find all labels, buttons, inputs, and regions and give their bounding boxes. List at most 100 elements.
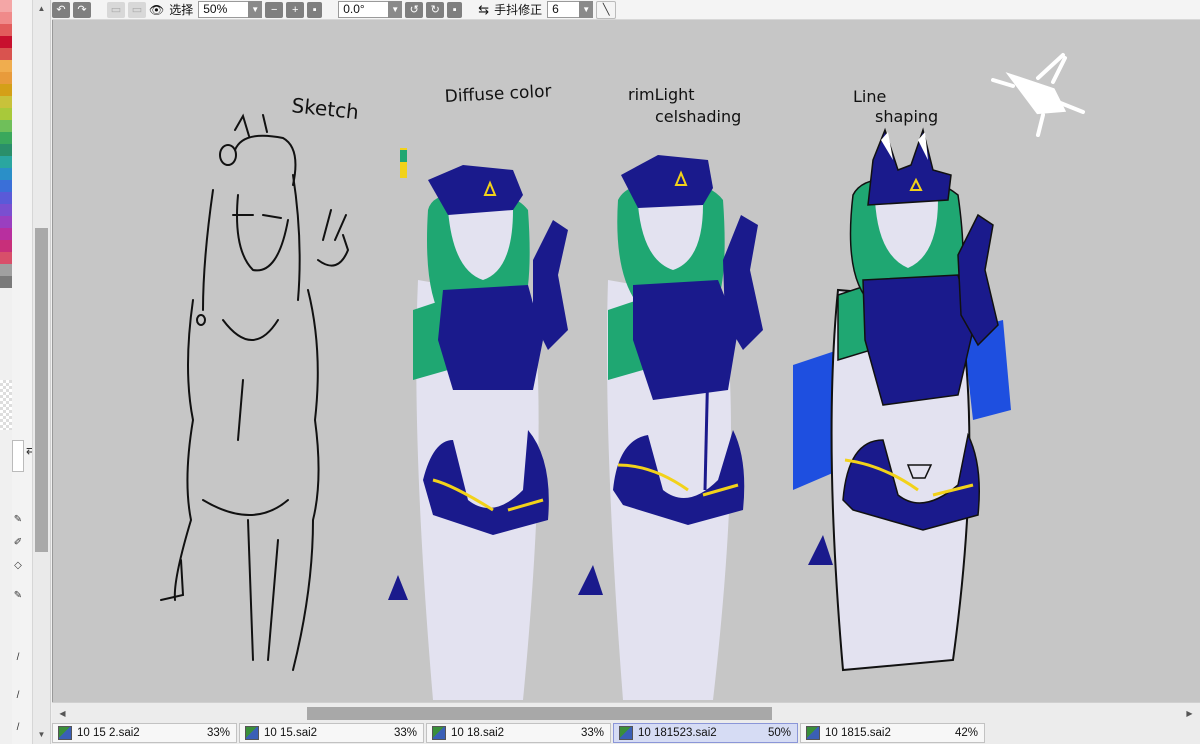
palette-swatch[interactable] (0, 216, 12, 228)
zoom-reset-button[interactable]: ▪ (307, 1, 323, 18)
palette-swatch[interactable] (0, 264, 12, 276)
palette-swatch[interactable] (0, 36, 12, 48)
palette-swatch[interactable] (0, 240, 12, 252)
palette-swatch[interactable] (0, 204, 12, 216)
rotation-value: 0.0° (343, 2, 365, 16)
palette-swatch[interactable] (0, 60, 12, 72)
document-file-icon (432, 726, 446, 740)
palette-swatch[interactable] (0, 180, 12, 192)
zoom-field[interactable]: 50% ▼ (198, 1, 263, 18)
zoom-out-button[interactable]: − (265, 1, 284, 18)
scroll-right-icon[interactable]: ▶ (1183, 707, 1196, 720)
palette-swatch[interactable] (0, 84, 12, 96)
tab-zoom: 33% (580, 727, 604, 739)
tab-filename: 10 1815.sai2 (825, 727, 891, 739)
scroll-left-icon[interactable]: ◀ (56, 707, 69, 720)
horizontal-scroll-thumb[interactable] (307, 707, 772, 720)
palette-swatch[interactable] (0, 168, 12, 180)
tab-zoom: 33% (206, 727, 230, 739)
rotation-reset-button[interactable]: ▪ (447, 1, 463, 18)
tab-zoom: 33% (393, 727, 417, 739)
figure-diffuse (388, 148, 568, 700)
label-line-1: Line (853, 87, 886, 106)
document-file-icon (619, 726, 633, 740)
tab-filename: 10 15.sai2 (264, 727, 318, 739)
airbrush-tool-icon[interactable]: / (12, 688, 24, 704)
stabilizer-label: 手抖修正 (494, 3, 543, 17)
rotation-dropdown-icon[interactable]: ▼ (388, 1, 403, 18)
label-diffuse: Diffuse color (444, 81, 552, 107)
document-file-icon (245, 726, 259, 740)
document-tab[interactable]: 10 15.sai2 33% (239, 723, 424, 743)
rotation-field[interactable]: 0.0° ▼ (338, 1, 403, 18)
stabilizer-field[interactable]: 6 ▼ (547, 1, 594, 18)
line-tool-button[interactable]: ╲ (596, 0, 617, 19)
figure-rimlight (578, 155, 763, 700)
palette-swatch[interactable] (0, 108, 12, 120)
zoom-dropdown-icon[interactable]: ▼ (248, 1, 263, 18)
zoom-in-button[interactable]: + (286, 1, 305, 18)
palette-swatch[interactable] (0, 156, 12, 168)
left-panel-scrollbar[interactable]: ▲ ▼ (32, 0, 50, 744)
document-file-icon (58, 726, 72, 740)
deselect-button[interactable]: ▭ (107, 1, 125, 18)
palette-swatch[interactable] (0, 96, 12, 108)
stabilizer-dropdown-icon[interactable]: ▼ (579, 1, 594, 18)
palette-swatch[interactable] (0, 12, 12, 24)
document-tab[interactable]: 10 15 2.sai2 33% (52, 723, 237, 743)
foreground-color-box[interactable] (12, 440, 24, 472)
document-tab[interactable]: 10 181523.sai2 50% (613, 723, 798, 743)
tab-zoom: 42% (954, 727, 978, 739)
palette-swatch[interactable] (0, 24, 12, 36)
flip-icon[interactable]: ⇆ (478, 2, 489, 18)
rotate-right-button[interactable]: ↻ (426, 1, 445, 18)
palette-swatch[interactable] (0, 192, 12, 204)
palette-swatch[interactable] (0, 48, 12, 60)
eye-icon[interactable]: 👁 (149, 3, 164, 17)
water-tool-icon[interactable]: / (12, 720, 24, 736)
label-rim-1: rimLight (628, 85, 695, 104)
palette-swatch[interactable] (0, 144, 12, 156)
marker-tool-icon[interactable]: ✎ (12, 588, 24, 604)
select-all-button[interactable]: ▭ (128, 1, 146, 18)
scroll-down-icon[interactable]: ▼ (35, 728, 48, 741)
tab-zoom: 50% (767, 727, 791, 739)
label-sketch: Sketch (290, 93, 360, 124)
document-file-icon (806, 726, 820, 740)
rotate-left-button[interactable]: ↺ (405, 1, 424, 18)
left-scroll-thumb[interactable] (35, 228, 48, 552)
label-rim-2: celshading (655, 107, 741, 126)
undo-button[interactable]: ↶ (52, 1, 70, 18)
scroll-up-icon[interactable]: ▲ (35, 2, 48, 15)
tab-filename: 10 181523.sai2 (638, 727, 717, 739)
pencil-tool-icon[interactable]: / (12, 650, 24, 666)
tab-filename: 10 18.sai2 (451, 727, 505, 739)
palette-swatch[interactable] (0, 120, 12, 132)
palette-swatch[interactable] (0, 0, 12, 12)
document-tabs: 10 15 2.sai2 33% 10 15.sai2 33% 10 18.sai2 33… (52, 723, 1200, 744)
document-tab[interactable]: 10 18.sai2 33% (426, 723, 611, 743)
eraser-tool-icon[interactable]: ◇ (12, 558, 24, 574)
redo-button[interactable]: ↷ (73, 1, 91, 18)
canvas-horizontal-scrollbar[interactable]: ◀ ▶ (52, 702, 1200, 723)
palette-swatch[interactable] (0, 276, 12, 288)
brush-tool-icon[interactable]: ✐ (12, 535, 24, 551)
palette-swatch[interactable] (0, 228, 12, 240)
sun-doodle (991, 53, 1085, 137)
label-line-2: shaping (875, 107, 938, 126)
transparency-swatch[interactable] (0, 380, 12, 430)
color-palette[interactable] (0, 0, 12, 430)
stabilizer-value: 6 (552, 2, 559, 16)
figure-sketch (160, 113, 350, 671)
palette-swatch[interactable] (0, 132, 12, 144)
zoom-value: 50% (203, 2, 228, 16)
pen-tool-icon[interactable]: ✎ (12, 512, 24, 528)
palette-swatch[interactable] (0, 252, 12, 264)
artwork: Sketch Diffuse color rimLight celshading… (160, 53, 1085, 700)
figure-lineshaping (793, 127, 1011, 672)
drawing-canvas[interactable]: Sketch Diffuse color rimLight celshading… (52, 20, 1200, 702)
view-select-label: 选择 (169, 3, 194, 17)
tab-filename: 10 15 2.sai2 (77, 727, 140, 739)
palette-swatch[interactable] (0, 72, 12, 84)
document-tab[interactable]: 10 1815.sai2 42% (800, 723, 985, 743)
